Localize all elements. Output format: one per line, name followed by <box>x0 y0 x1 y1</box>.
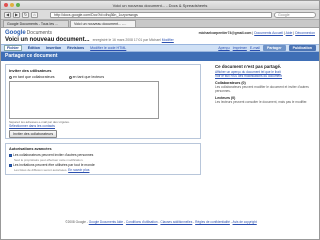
link-home[interactable]: Documents Accueil <box>254 31 283 35</box>
learn-more-link[interactable]: En savoir plus <box>68 168 89 172</box>
radio-collaborators[interactable]: en tant que collaborateurs <box>9 75 55 79</box>
permission-label: Les invitations peuvent être utilisées p… <box>13 163 95 167</box>
browser-window: Voici un nouveau document... - Docs & Sp… <box>0 0 320 240</box>
menu-file[interactable]: Fichier <box>4 45 22 51</box>
url-bar[interactable]: http://docs.google.com/Doc?id=dhq36n_1cz… <box>50 11 272 18</box>
reload-icon[interactable]: ↻ <box>22 11 29 18</box>
advanced-heading: Autorisations avancées <box>9 147 52 151</box>
title-bar: Voici un nouveau document... - Docs & Sp… <box>1 1 319 10</box>
window-controls <box>4 3 20 7</box>
checkbox-checked-icon[interactable] <box>9 153 12 157</box>
rss-link[interactable]: Voir le flux RSS des modifications du do… <box>215 74 282 78</box>
logo-google: Google <box>5 29 26 36</box>
footer: ©2008 Google - Google Documents Aide - C… <box>65 220 257 224</box>
share-content: Inviter des utilisateurs en tant que col… <box>1 61 319 194</box>
logo-docs: Documents <box>26 29 52 36</box>
radio-on-icon <box>9 75 12 79</box>
preview-link[interactable]: Aperçu <box>218 46 229 50</box>
permission-label: Les collaborateurs peuvent inviter d'aut… <box>13 153 94 157</box>
menu-revisions[interactable]: Révisions <box>67 46 84 50</box>
permission-option[interactable]: Les collaborateurs peuvent inviter d'aut… <box>9 153 197 157</box>
saved-info: enregistré le 16 mars 2008 17:01 par Mic… <box>93 38 174 42</box>
minimize-icon[interactable] <box>10 3 14 7</box>
doc-title-row: Voici un nouveau document... enregistré … <box>1 37 319 44</box>
radio-readers[interactable]: en tant que lecteurs <box>68 75 105 79</box>
footer-link-privacy[interactable]: Règles de confidentialité <box>195 220 230 224</box>
window-title: Voici un nouveau document... - Docs & Sp… <box>112 3 208 8</box>
permission-sub-text: Les listes de diffusion seront autorisée… <box>14 168 68 172</box>
link-logout[interactable]: Déconnexion <box>295 31 315 35</box>
close-icon[interactable] <box>4 3 8 7</box>
footer-copyright: ©2008 Google <box>65 220 86 224</box>
advanced-permissions-panel: Autorisations avancées Les collaborateur… <box>5 143 201 175</box>
invite-heading: Inviter des utilisateurs <box>9 68 52 73</box>
menu-bar: Fichier Édition Insertion Révisions Modi… <box>1 44 319 52</box>
footer-link-clauses[interactable]: Clauses additionnelles <box>160 220 192 224</box>
home-icon[interactable]: ⌂ <box>31 11 38 18</box>
permission-sub: Seul le propriétaire peut effectuer cett… <box>14 158 84 162</box>
permission-sub: Les listes de diffusion seront autorisée… <box>14 168 197 172</box>
share-button[interactable]: Partager <box>263 45 286 51</box>
footer-link-terms[interactable]: Conditions d'utilisation <box>126 220 158 224</box>
browser-tab-active[interactable]: Voici un nouveau document... -... <box>70 20 136 27</box>
docs-header: GoogleDocuments michaelcarpentier74@gmai… <box>1 28 319 37</box>
user-links: michaelcarpentier74@gmail.com | Document… <box>198 30 315 35</box>
menu-right: Aperçu Imprimer E-mail Partager Publicat… <box>218 45 316 51</box>
sharing-status-heading: Ce document n'est pas partagé. <box>215 64 282 69</box>
sharing-status-panel: Ce document n'est pas partagé. Afficher … <box>215 64 315 107</box>
invite-emails-textarea[interactable] <box>9 81 159 119</box>
browser-toolbar: ◀ ▶ ↻ ⌂ http://docs.google.com/Doc?id=dh… <box>1 10 319 20</box>
invite-panel: Inviter des utilisateurs en tant que col… <box>5 64 201 139</box>
checkbox-checked-icon[interactable] <box>9 163 12 167</box>
back-icon[interactable]: ◀ <box>4 11 11 18</box>
share-heading: Partager ce document <box>1 52 319 61</box>
print-link[interactable]: Imprimer <box>233 46 247 50</box>
readers-desc: Les lecteurs peuvent consulter le docume… <box>215 100 308 104</box>
readers-section: Lecteurs (0) Les lecteurs peuvent consul… <box>215 96 315 104</box>
search-input[interactable]: Google <box>274 11 316 18</box>
collaborators-section: Collaborateurs (0) Les collaborateurs pe… <box>215 81 315 93</box>
edit-link[interactable]: Modifier <box>162 38 174 42</box>
forward-icon[interactable]: ▶ <box>13 11 20 18</box>
browser-tabs: Google Documents - Tous les ... Voici un… <box>1 20 319 28</box>
radio-collaborators-label: en tant que collaborateurs <box>13 75 55 79</box>
radio-off-icon <box>68 75 72 79</box>
saved-text: enregistré le 16 mars 2008 17:01 par Mic… <box>92 38 161 42</box>
document-title[interactable]: Voici un nouveau document... <box>5 37 90 43</box>
menu-edit[interactable]: Édition <box>28 46 40 50</box>
invite-button[interactable]: Inviter des collaborateurs <box>9 130 58 138</box>
maximize-icon[interactable] <box>16 3 20 7</box>
browser-tab[interactable]: Google Documents - Tous les ... <box>3 20 69 27</box>
side-links: Afficher un aperçu du document tel que l… <box>215 70 315 78</box>
link-help[interactable]: Aide <box>286 31 293 35</box>
footer-link-help[interactable]: Google Documents Aide <box>89 220 123 224</box>
contacts-link[interactable]: Sélectionner dans les contacts <box>9 124 197 128</box>
collaborators-desc: Les collaborateurs peuvent modifier le d… <box>215 85 309 93</box>
user-email: michaelcarpentier74@gmail.com <box>198 30 252 35</box>
footer-link-copyright[interactable]: Avis de copyright <box>233 220 257 224</box>
email-link[interactable]: E-mail <box>250 46 260 50</box>
menu-edit-html[interactable]: Modifier le code HTML <box>90 46 126 50</box>
invite-role-options: en tant que collaborateurs en tant que l… <box>9 75 197 79</box>
radio-readers-label: en tant que lecteurs <box>72 75 105 79</box>
menu-insert[interactable]: Insertion <box>46 46 61 50</box>
google-docs-logo[interactable]: GoogleDocuments <box>5 30 52 36</box>
publish-button[interactable]: Publication <box>288 45 316 51</box>
permission-option[interactable]: Les invitations peuvent être utilisées p… <box>9 163 197 167</box>
